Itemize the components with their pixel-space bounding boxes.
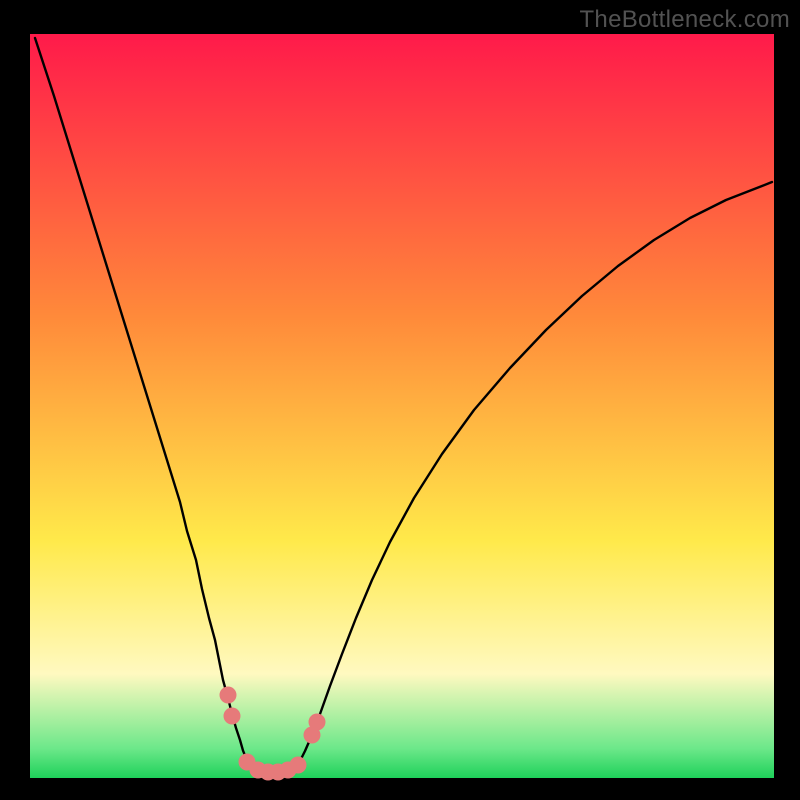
plot-background — [30, 34, 774, 778]
accent-dot — [224, 708, 241, 725]
accent-dot — [290, 757, 307, 774]
accent-dot — [309, 714, 326, 731]
watermark-text: TheBottleneck.com — [579, 6, 790, 34]
accent-dot — [220, 687, 237, 704]
chart-stage: TheBottleneck.com — [0, 0, 800, 800]
bottleneck-chart — [0, 0, 800, 800]
